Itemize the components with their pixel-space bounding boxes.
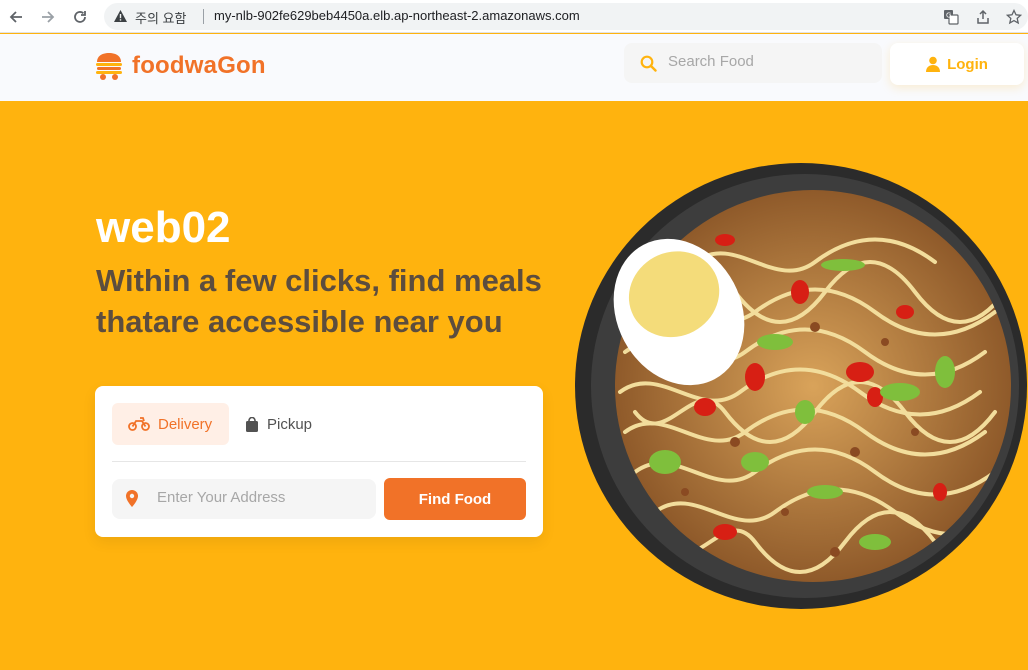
reload-button[interactable]: [69, 6, 91, 28]
site-header: foodwaGon Login: [0, 34, 1028, 101]
user-icon: [926, 56, 941, 72]
url-text[interactable]: my-nlb-902fe629beb4450a.elb.ap-northeast…: [214, 8, 580, 23]
hero-title: web02: [96, 203, 231, 252]
search-icon: [640, 55, 657, 72]
star-icon: [1006, 9, 1022, 25]
card-divider: [112, 461, 526, 462]
arrow-left-icon: [9, 11, 22, 23]
translate-icon: G: [944, 10, 959, 25]
food-truck-logo-icon: [96, 53, 122, 80]
login-button[interactable]: Login: [890, 43, 1024, 85]
translate-button[interactable]: G: [942, 8, 960, 26]
motorcycle-icon: [128, 417, 150, 431]
map-pin-icon: [126, 490, 138, 507]
shopping-bag-icon: [246, 416, 258, 432]
arrow-right-icon: [42, 11, 55, 23]
reload-icon: [74, 11, 86, 23]
bookmark-button[interactable]: [1005, 8, 1023, 26]
tab-pickup-label: Pickup: [267, 415, 313, 433]
noodle-bowl-image: [575, 163, 1027, 609]
address-box[interactable]: [112, 479, 376, 519]
svg-text:G: G: [946, 12, 951, 20]
address-input[interactable]: [157, 489, 367, 506]
tab-pickup[interactable]: Pickup: [245, 403, 345, 445]
hero-subtitle: Within a few clicks, find meals thatare …: [96, 263, 542, 339]
search-input[interactable]: [668, 53, 868, 70]
address-bar-divider: [203, 9, 204, 24]
share-icon: [977, 9, 989, 24]
find-food-button[interactable]: Find Food: [384, 478, 526, 520]
logo-text: foodwaGon: [132, 52, 266, 79]
search-box[interactable]: [624, 43, 882, 83]
back-button[interactable]: [5, 6, 27, 28]
order-card: Delivery Pickup Find Food: [95, 386, 543, 537]
forward-button[interactable]: [37, 6, 59, 28]
browser-toolbar: 주의 요함 my-nlb-902fe629beb4450a.elb.ap-nor…: [0, 0, 1028, 33]
tab-delivery[interactable]: Delivery: [112, 403, 229, 445]
warning-icon[interactable]: [113, 9, 128, 23]
address-bar[interactable]: 주의 요함 my-nlb-902fe629beb4450a.elb.ap-nor…: [104, 3, 1028, 30]
login-label: Login: [947, 55, 988, 73]
share-button[interactable]: [974, 8, 992, 26]
security-status-label[interactable]: 주의 요함: [135, 8, 186, 27]
logo[interactable]: foodwaGon: [94, 51, 266, 81]
tab-delivery-label: Delivery: [158, 415, 213, 433]
